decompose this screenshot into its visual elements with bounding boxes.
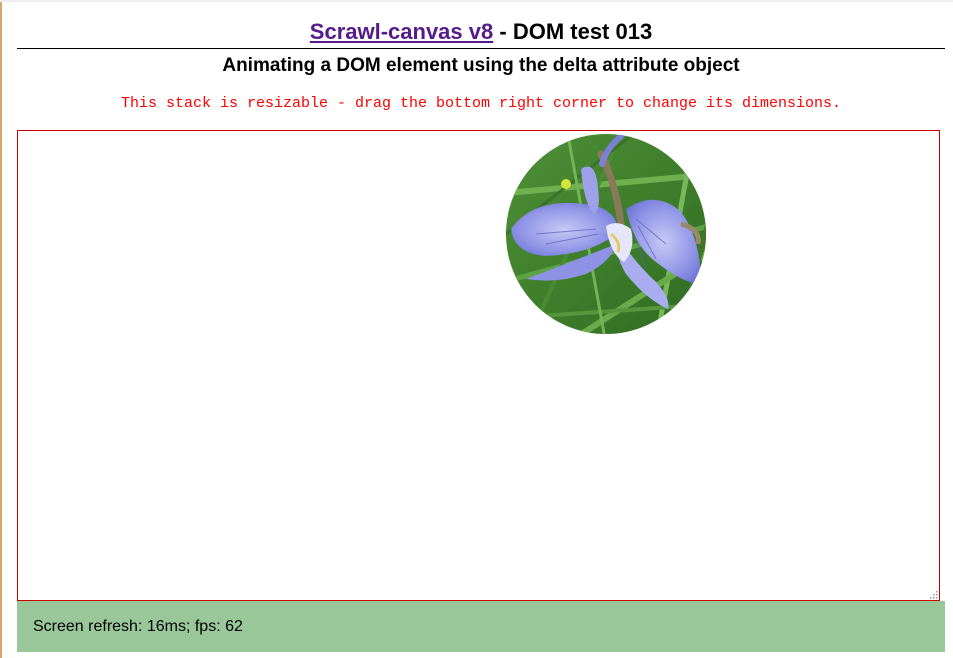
iris-flower-image[interactable] (506, 134, 706, 334)
frame-rate-report: Screen refresh: 16ms; fps: 62 (33, 618, 243, 635)
library-link[interactable]: Scrawl-canvas v8 (310, 19, 493, 44)
window-top-edge (0, 0, 953, 2)
resize-grip-icon[interactable] (928, 589, 938, 599)
resize-note: This stack is resizable - drag the botto… (120, 95, 842, 112)
report-panel: Screen refresh: 16ms; fps: 62 (17, 601, 945, 652)
page-subtitle: Animating a DOM element using the delta … (222, 55, 740, 76)
resizable-stack[interactable] (17, 130, 940, 601)
page-title: Scrawl-canvas v8 - DOM test 013 (0, 17, 953, 47)
title-divider (17, 48, 945, 49)
title-separator: - (493, 19, 513, 44)
test-name: DOM test 013 (512, 19, 653, 44)
